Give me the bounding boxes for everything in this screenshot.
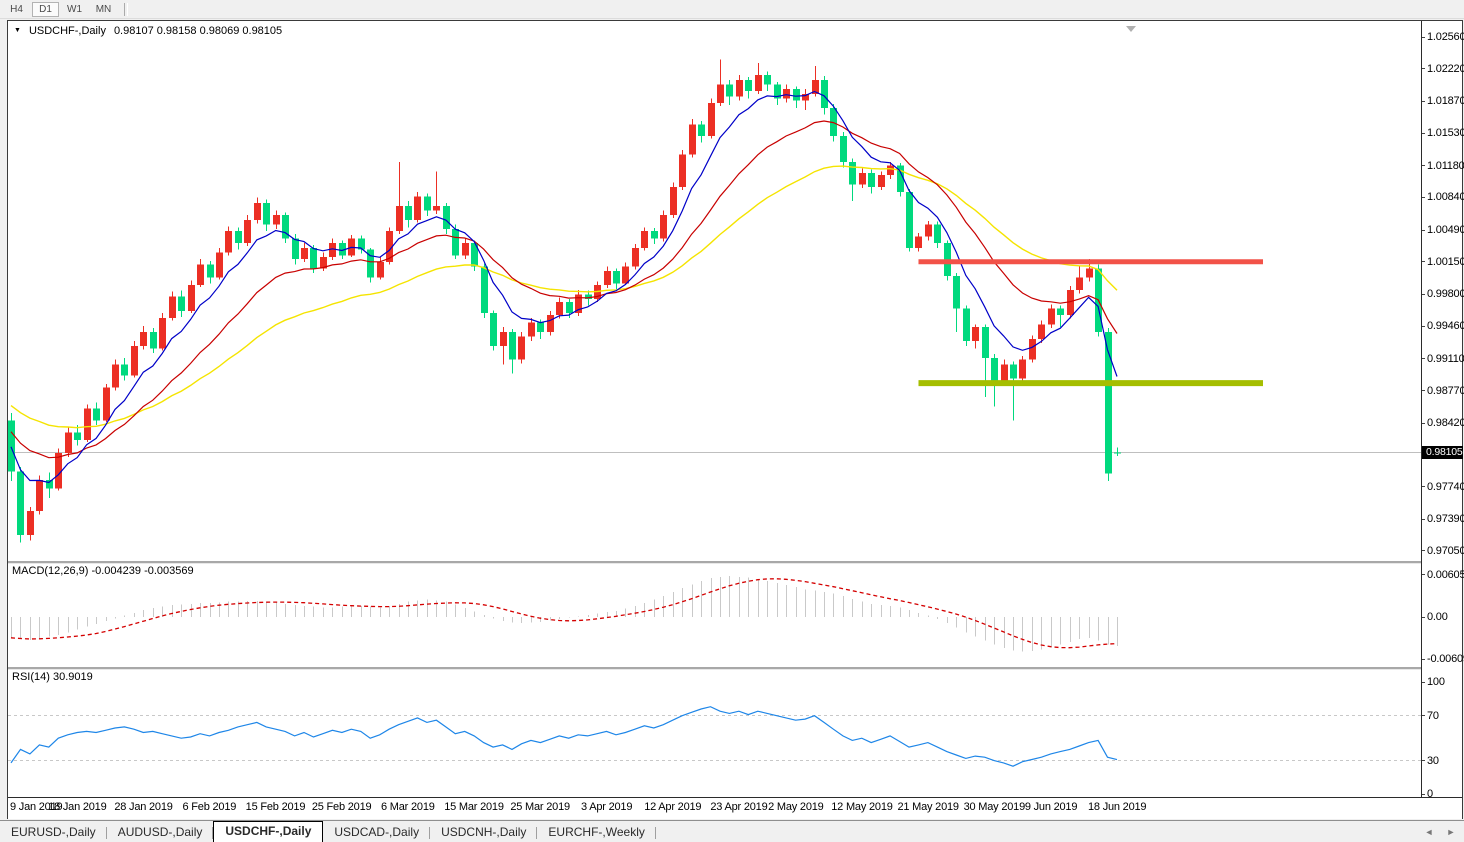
current-price-box: 0.98105: [1422, 446, 1463, 459]
date-label: 2 May 2019: [768, 801, 823, 813]
rsi-axis-label: 0: [1427, 788, 1433, 800]
price-axis-label: 1.00490: [1427, 224, 1464, 236]
rsi-axis-tick: [1422, 715, 1425, 716]
chart-ohlc-values: 0.98107 0.98158 0.98069 0.98105: [114, 25, 282, 37]
date-label: 21 May 2019: [897, 801, 958, 813]
timeframe-toolbar: H4D1W1MN: [0, 0, 1464, 19]
price-axis-label: 1.02220: [1427, 63, 1464, 75]
timeframe-button-h4[interactable]: H4: [3, 2, 30, 17]
price-axis[interactable]: 1.02560 1.02220 1.01870 1.01530 1.01180 1.008…: [1421, 21, 1462, 797]
price-axis-tick: [1422, 37, 1425, 38]
window-menu-icon[interactable]: ▼: [14, 26, 21, 36]
price-axis-tick: [1422, 423, 1425, 424]
rsi-label: RSI(14) 30.9019: [12, 671, 93, 683]
price-axis-label: 0.99110: [1427, 353, 1464, 365]
date-axis[interactable]: 9 Jan 201918 Jan 201928 Jan 20196 Feb 20…: [8, 797, 1462, 819]
date-label: 6 Mar 2019: [381, 801, 435, 813]
date-label: 25 Mar 2019: [510, 801, 570, 813]
rsi-axis-label: 70: [1427, 710, 1439, 722]
date-label: 23 Apr 2019: [710, 801, 767, 813]
tab-scroll-left-icon[interactable]: ◄: [1424, 827, 1434, 837]
rsi-axis-label: 100: [1427, 676, 1445, 688]
date-label: 15 Feb 2019: [246, 801, 306, 813]
chart-symbol-label: USDCHF-,Daily: [29, 25, 106, 37]
price-axis-tick: [1422, 326, 1425, 327]
price-axis-tick: [1422, 197, 1425, 198]
macd-axis-label: 0.006058: [1427, 569, 1464, 581]
price-axis-tick: [1422, 68, 1425, 69]
macd-axis-tick: [1422, 617, 1425, 618]
price-axis-label: 0.97740: [1427, 481, 1464, 493]
price-axis-label: 0.98770: [1427, 385, 1464, 397]
price-axis-label: 1.00150: [1427, 256, 1464, 268]
macd-label: MACD(12,26,9) -0.004239 -0.003569: [12, 565, 194, 577]
date-label: 28 Jan 2019: [114, 801, 172, 813]
price-axis-label: 1.01180: [1427, 160, 1464, 172]
macd-indicator-panel[interactable]: [8, 563, 1422, 667]
price-axis-tick: [1422, 165, 1425, 166]
price-axis-tick: [1422, 358, 1425, 359]
tab-usdcnh[interactable]: USDCNH-,Daily: [430, 823, 537, 842]
price-axis-tick: [1422, 294, 1425, 295]
macd-axis-label: 0.00: [1427, 611, 1448, 623]
price-axis-tick: [1422, 133, 1425, 134]
price-axis-label: 1.01530: [1427, 127, 1464, 139]
date-label: 25 Feb 2019: [312, 801, 372, 813]
chart-window-usdchf: ▼ USDCHF-,Daily 0.98107 0.98158 0.98069 …: [7, 20, 1463, 819]
tab-usdcad[interactable]: USDCAD-,Daily: [323, 823, 430, 842]
chart-title: ▼ USDCHF-,Daily 0.98107 0.98158 0.98069 …: [14, 25, 282, 37]
macd-axis-label: -0.006096: [1427, 653, 1464, 665]
price-axis-label: 1.02560: [1427, 31, 1464, 43]
date-label: 9 Jun 2019: [1025, 801, 1077, 813]
chart-tab-bar: EURUSD-,DailyAUDUSD-,DailyUSDCHF-,DailyU…: [0, 820, 1464, 842]
timeframe-button-d1[interactable]: D1: [32, 2, 59, 17]
tab-usdchf[interactable]: USDCHF-,Daily: [213, 821, 323, 842]
toolbar-separator: [124, 3, 128, 16]
tab-eurchf[interactable]: EURCHF-,Weekly: [537, 823, 655, 842]
macd-axis-tick: [1422, 574, 1425, 575]
price-axis-label: 0.99800: [1427, 288, 1464, 300]
price-axis-label: 0.97390: [1427, 513, 1464, 525]
rsi-indicator-panel[interactable]: [8, 669, 1422, 797]
rsi-axis-label: 30: [1427, 755, 1439, 767]
timeframe-button-w1[interactable]: W1: [61, 2, 88, 17]
rsi-axis-tick: [1422, 760, 1425, 761]
price-axis-tick: [1422, 261, 1425, 262]
price-axis-tick: [1422, 486, 1425, 487]
date-label: 30 May 2019: [964, 801, 1025, 813]
rsi-axis-tick: [1422, 682, 1425, 683]
date-label: 18 Jan 2019: [48, 801, 106, 813]
price-axis-label: 0.98420: [1427, 417, 1464, 429]
price-axis-tick: [1422, 230, 1425, 231]
price-axis-label: 0.99460: [1427, 320, 1464, 332]
main-price-chart[interactable]: [8, 21, 1422, 561]
rsi-axis-tick: [1422, 794, 1425, 795]
price-axis-label: 0.97050: [1427, 545, 1464, 557]
date-label: 6 Feb 2019: [183, 801, 237, 813]
date-label: 15 Mar 2019: [444, 801, 504, 813]
price-axis-tick: [1422, 550, 1425, 551]
tab-audusd[interactable]: AUDUSD-,Daily: [107, 823, 214, 842]
price-axis-label: 1.01870: [1427, 95, 1464, 107]
price-axis-tick: [1422, 390, 1425, 391]
price-axis-tick: [1422, 101, 1425, 102]
date-label: 12 May 2019: [831, 801, 892, 813]
macd-axis-tick: [1422, 659, 1425, 660]
date-label: 12 Apr 2019: [644, 801, 701, 813]
date-label: 18 Jun 2019: [1088, 801, 1146, 813]
price-axis-tick: [1422, 519, 1425, 520]
tab-scroll-right-icon[interactable]: ►: [1446, 827, 1456, 837]
chart-shift-marker-icon: [1126, 26, 1136, 32]
timeframe-button-mn[interactable]: MN: [90, 2, 117, 17]
price-axis-label: 1.00840: [1427, 191, 1464, 203]
tab-eurusd[interactable]: EURUSD-,Daily: [0, 823, 107, 842]
date-label: 3 Apr 2019: [581, 801, 632, 813]
